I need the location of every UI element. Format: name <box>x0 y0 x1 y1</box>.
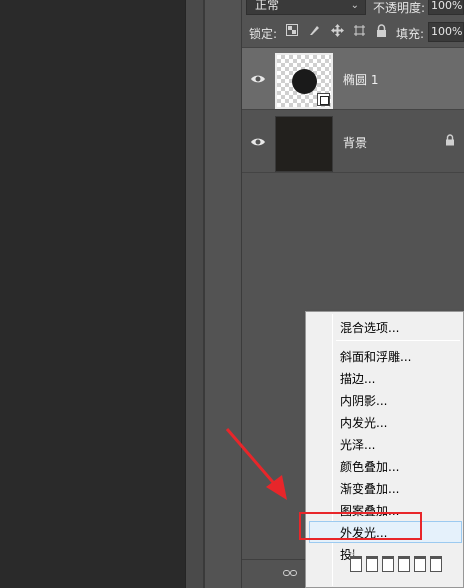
panel-icon <box>366 556 378 572</box>
shape-layer-badge-icon <box>317 93 330 106</box>
menu-item-bevel-emboss[interactable]: 斜面和浮雕... <box>340 348 411 365</box>
collapsed-panel-strip <box>205 0 242 588</box>
lock-label: 锁定: <box>249 27 278 41</box>
layer-thumbnail-background <box>275 116 333 172</box>
fill-label: 填充: <box>396 27 425 41</box>
lock-artboard-icon[interactable] <box>351 24 367 40</box>
blend-mode-value: 正常 <box>255 0 280 12</box>
layer-name[interactable]: 背景 <box>343 134 367 151</box>
layer-name[interactable]: 椭圆 1 <box>343 71 378 88</box>
lock-row: 锁定: 填充: 100% <box>242 18 464 48</box>
opacity-field[interactable]: 100% <box>428 0 464 15</box>
panel-icon <box>414 556 426 572</box>
menu-item-blending-options[interactable]: 混合选项... <box>340 319 399 336</box>
panel-divider <box>185 0 203 588</box>
layer-thumbnail-ellipse <box>275 53 333 109</box>
layer-row-ellipse[interactable]: 椭圆 1 <box>242 48 464 110</box>
ellipse-shape-preview <box>292 69 317 94</box>
panel-icon <box>350 556 362 572</box>
lock-image-pixels-icon[interactable] <box>306 24 322 40</box>
layer-style-menu: 混合选项... 斜面和浮雕... 描边... 内阴影... 内发光... 光泽.… <box>305 311 464 588</box>
menu-item-stroke[interactable]: 描边... <box>340 370 375 387</box>
panel-icons-behind-menu <box>350 556 462 578</box>
menu-item-color-overlay[interactable]: 颜色叠加... <box>340 458 399 475</box>
opacity-label: 不透明度: <box>373 1 426 15</box>
layer-row-background[interactable]: 背景 <box>242 111 464 173</box>
fill-field[interactable]: 100% <box>428 22 464 42</box>
lock-all-icon[interactable] <box>373 24 389 40</box>
menu-item-satin[interactable]: 光泽... <box>340 436 375 453</box>
eye-icon[interactable] <box>250 134 266 150</box>
panel-icon <box>430 556 442 572</box>
blend-mode-select[interactable]: 正常 ⌄ <box>246 0 366 15</box>
lock-icon <box>445 134 455 149</box>
menu-gutter <box>332 314 333 586</box>
menu-item-inner-glow[interactable]: 内发光... <box>340 414 387 431</box>
blend-row: 正常 ⌄ 不透明度: 100% <box>242 0 464 17</box>
menu-item-inner-shadow[interactable]: 内阴影... <box>340 392 387 409</box>
chevron-down-icon: ⌄ <box>350 0 359 11</box>
canvas-area[interactable] <box>0 0 185 588</box>
panel-icon <box>398 556 410 572</box>
menu-separator <box>336 340 460 341</box>
eye-icon[interactable] <box>250 71 266 87</box>
lock-transparent-pixels-icon[interactable] <box>284 24 300 40</box>
menu-item-gradient-overlay[interactable]: 渐变叠加... <box>340 480 399 497</box>
link-layers-icon[interactable] <box>282 565 298 583</box>
annotation-highlight-box <box>299 512 422 540</box>
panel-icon <box>382 556 394 572</box>
lock-position-icon[interactable] <box>329 24 345 40</box>
